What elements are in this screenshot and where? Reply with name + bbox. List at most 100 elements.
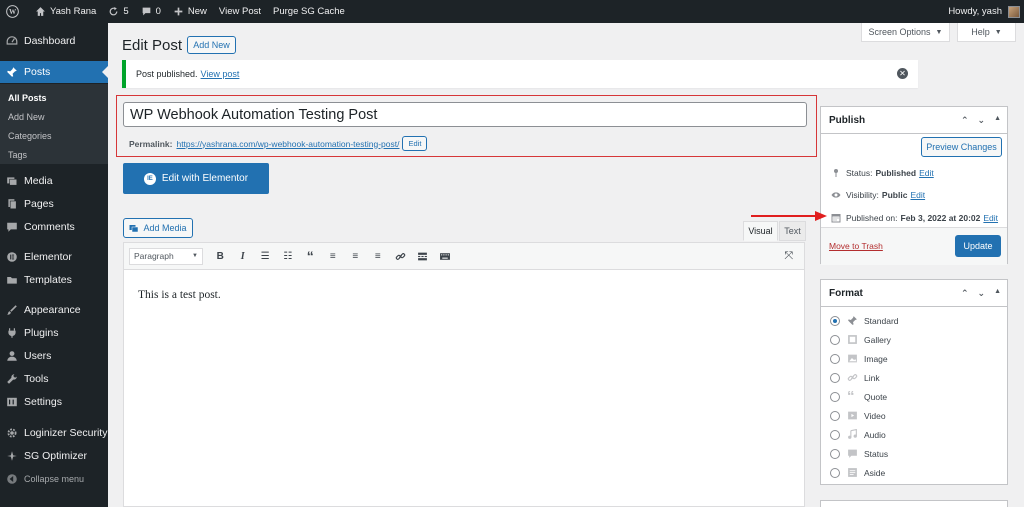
menu-elementor[interactable]: Elementor: [0, 246, 108, 268]
update-button[interactable]: Update: [955, 235, 1001, 257]
user-icon: [6, 350, 18, 362]
view-post-link[interactable]: View Post: [213, 0, 267, 23]
submenu-all-posts[interactable]: All Posts: [8, 93, 47, 103]
format-option-label: Aside: [864, 467, 886, 478]
post-title-input[interactable]: WP Webhook Automation Testing Post: [123, 102, 807, 127]
align-center-icon: ≡: [352, 250, 359, 262]
published-on-edit-link[interactable]: Edit: [983, 213, 998, 223]
menu-media[interactable]: Media: [0, 170, 108, 192]
radio-button[interactable]: [830, 334, 840, 345]
format-option-gallery[interactable]: Gallery: [830, 332, 891, 347]
menu-appearance-label: Appearance: [24, 304, 81, 316]
italic-button[interactable]: I: [232, 247, 255, 265]
permalink-url[interactable]: https://yashrana.com/wp-webhook-automati…: [176, 139, 399, 149]
menu-plugins[interactable]: Plugins: [0, 322, 108, 344]
visibility-value: Public: [881, 190, 908, 200]
menu-appearance[interactable]: Appearance: [0, 299, 108, 321]
permalink-edit-button[interactable]: Edit: [402, 136, 428, 151]
format-option-standard[interactable]: Standard: [830, 313, 899, 328]
site-name-link[interactable]: Yash Rana: [29, 0, 102, 23]
tab-text[interactable]: Text: [779, 221, 806, 241]
radio-button[interactable]: [830, 391, 840, 402]
format-option-quote[interactable]: “ Quote: [830, 389, 887, 404]
format-option-aside[interactable]: Aside: [830, 465, 885, 480]
menu-users-label: Users: [24, 350, 52, 362]
menu-sg-optimizer[interactable]: SG Optimizer: [0, 445, 108, 467]
format-select[interactable]: Paragraph ▼: [129, 247, 203, 265]
permalink-row: Permalink: https://yashrana.com/wp-webho…: [129, 136, 428, 151]
menu-settings[interactable]: Settings: [0, 391, 108, 413]
menu-users[interactable]: Users: [0, 345, 108, 367]
collapse-menu-button[interactable]: Collapse menu: [0, 468, 108, 490]
next-box: [820, 500, 1008, 507]
menu-pages[interactable]: Pages: [0, 193, 108, 215]
radio-button[interactable]: [830, 372, 840, 383]
align-right-button[interactable]: ≡: [367, 247, 390, 265]
menu-dashboard[interactable]: Dashboard: [0, 30, 108, 52]
wordpress-logo-button[interactable]: W: [0, 0, 29, 23]
numbered-list-button[interactable]: ☷: [277, 247, 300, 265]
tab-visual[interactable]: Visual: [743, 221, 778, 241]
radio-button[interactable]: [830, 315, 840, 326]
caret-up-icon[interactable]: ▲: [994, 288, 1001, 299]
submenu-tags[interactable]: Tags: [8, 150, 27, 160]
read-more-button[interactable]: [412, 247, 435, 265]
publish-box: Publish ⌃ ⌄ ▲ Preview Changes Status: Pu…: [820, 106, 1008, 265]
purge-cache-link[interactable]: Purge SG Cache: [267, 0, 351, 23]
menu-templates[interactable]: Templates: [0, 269, 108, 291]
view-post-link[interactable]: View post: [201, 69, 240, 79]
status-edit-link[interactable]: Edit: [919, 168, 934, 178]
menu-loginizer[interactable]: Loginizer Security: [0, 422, 108, 444]
account-menu[interactable]: Howdy, yash: [948, 5, 1024, 18]
radio-button[interactable]: [830, 353, 840, 364]
align-center-button[interactable]: ≡: [344, 247, 367, 265]
format-option-link[interactable]: Link: [830, 370, 880, 385]
format-option-status[interactable]: Status: [830, 446, 888, 461]
bullet-list-button[interactable]: ☰: [254, 247, 277, 265]
chevron-up-icon[interactable]: ⌃: [961, 288, 969, 299]
radio-button[interactable]: [830, 410, 840, 421]
calendar-icon: [831, 213, 841, 223]
menu-comments[interactable]: Comments: [0, 216, 108, 238]
format-option-video[interactable]: Video: [830, 408, 886, 423]
menu-tools[interactable]: Tools: [0, 368, 108, 390]
chevron-down-icon[interactable]: ⌄: [978, 115, 986, 126]
edit-with-elementor-button[interactable]: IE Edit with Elementor: [123, 163, 269, 194]
menu-posts[interactable]: Posts: [0, 61, 108, 83]
fullscreen-button[interactable]: ⤧: [778, 247, 801, 265]
link-button[interactable]: [389, 247, 412, 265]
chevron-down-icon[interactable]: ⌄: [978, 288, 986, 299]
align-right-icon: ≡: [374, 250, 381, 262]
help-button[interactable]: Help ▼: [957, 23, 1016, 42]
editor-content[interactable]: This is a test post.: [138, 289, 221, 301]
comments-link[interactable]: 0: [135, 0, 167, 23]
bold-button[interactable]: B: [209, 247, 232, 265]
move-to-trash-link[interactable]: Move to Trash: [829, 241, 883, 251]
chevron-up-icon[interactable]: ⌃: [961, 115, 969, 126]
format-option-image[interactable]: Image: [830, 351, 888, 366]
dismiss-icon[interactable]: ✕: [897, 68, 908, 79]
pin-icon: [831, 168, 841, 178]
preview-changes-button[interactable]: Preview Changes: [921, 137, 1002, 157]
radio-button[interactable]: [830, 429, 840, 440]
eye-icon: [831, 190, 841, 200]
content-editor[interactable]: Paragraph ▼ B I ☰ ☷ “ ≡ ≡ ≡ ⤧ This is a …: [123, 242, 805, 507]
radio-button[interactable]: [830, 448, 840, 459]
visibility-edit-link[interactable]: Edit: [910, 190, 925, 200]
published-on-row: Published on: Feb 3, 2022 at 20:02 Edit: [831, 213, 998, 223]
add-media-button[interactable]: Add Media: [123, 218, 193, 238]
align-left-button[interactable]: ≡: [322, 247, 345, 265]
collapse-menu-label: Collapse menu: [24, 474, 85, 484]
screen-options-button[interactable]: Screen Options ▼: [861, 23, 950, 42]
updates-link[interactable]: 5: [102, 0, 134, 23]
blockquote-button[interactable]: “: [299, 247, 322, 265]
submenu-categories[interactable]: Categories: [8, 131, 52, 141]
toolbar-toggle-button[interactable]: [434, 247, 457, 265]
submenu-add-new[interactable]: Add New: [8, 112, 45, 122]
new-content-link[interactable]: New: [167, 0, 213, 23]
elementor-logo-icon: IE: [143, 172, 156, 185]
caret-up-icon[interactable]: ▲: [994, 115, 1001, 126]
radio-button[interactable]: [830, 467, 840, 478]
format-option-audio[interactable]: Audio: [830, 427, 886, 442]
add-new-button[interactable]: Add New: [187, 36, 236, 54]
